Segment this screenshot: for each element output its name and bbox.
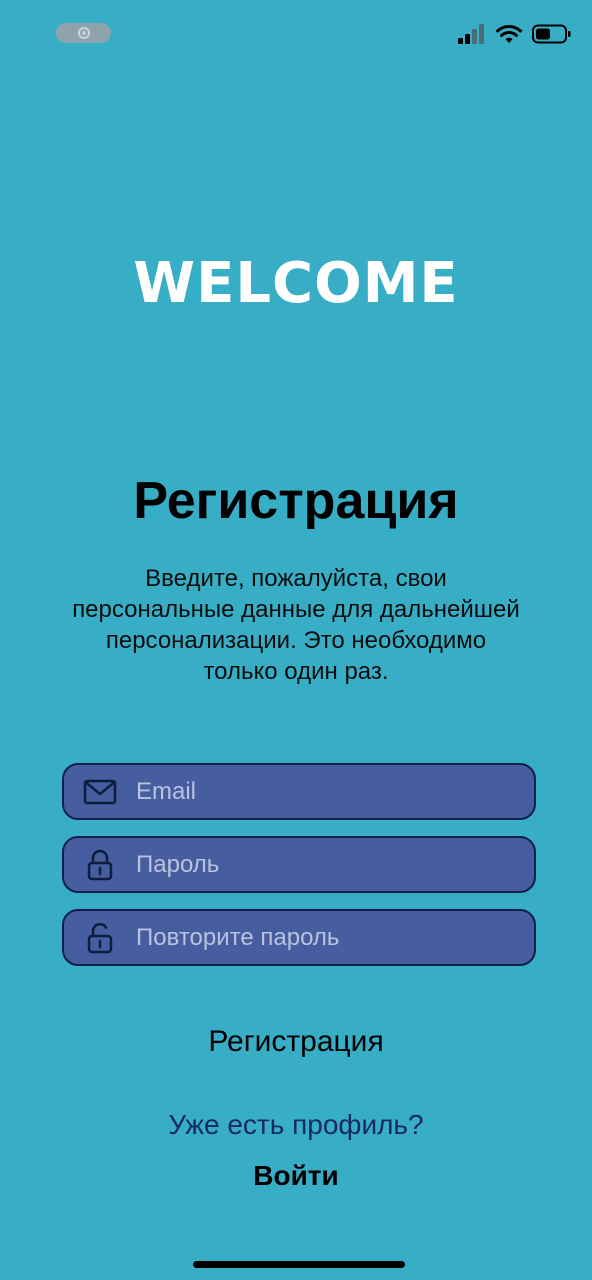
repeat-password-input[interactable] bbox=[134, 922, 534, 953]
lock-icon bbox=[82, 849, 118, 881]
welcome-logo: WELCOME bbox=[133, 251, 459, 316]
page-title: Регистрация bbox=[133, 472, 459, 530]
email-field[interactable] bbox=[62, 763, 536, 820]
screen-recording-icon[interactable] bbox=[56, 23, 111, 43]
status-bar bbox=[0, 0, 592, 70]
unlock-icon bbox=[82, 922, 118, 954]
envelope-icon bbox=[82, 779, 118, 805]
battery-icon bbox=[532, 24, 571, 44]
status-icons bbox=[458, 24, 572, 44]
registration-description: Введите, пожалуйста, свои персональные д… bbox=[72, 565, 520, 685]
password-input[interactable] bbox=[134, 849, 534, 880]
password-field[interactable] bbox=[62, 836, 536, 893]
email-input[interactable] bbox=[134, 776, 534, 807]
wifi-icon bbox=[496, 25, 522, 43]
repeat-password-field[interactable] bbox=[62, 909, 536, 966]
register-button[interactable]: Регистрация bbox=[0, 1022, 592, 1062]
signal-icon bbox=[458, 24, 484, 44]
home-indicator[interactable] bbox=[193, 1261, 405, 1268]
login-link[interactable]: Войти bbox=[0, 1157, 592, 1195]
have-profile-text: Уже есть профиль? bbox=[168, 1109, 424, 1140]
